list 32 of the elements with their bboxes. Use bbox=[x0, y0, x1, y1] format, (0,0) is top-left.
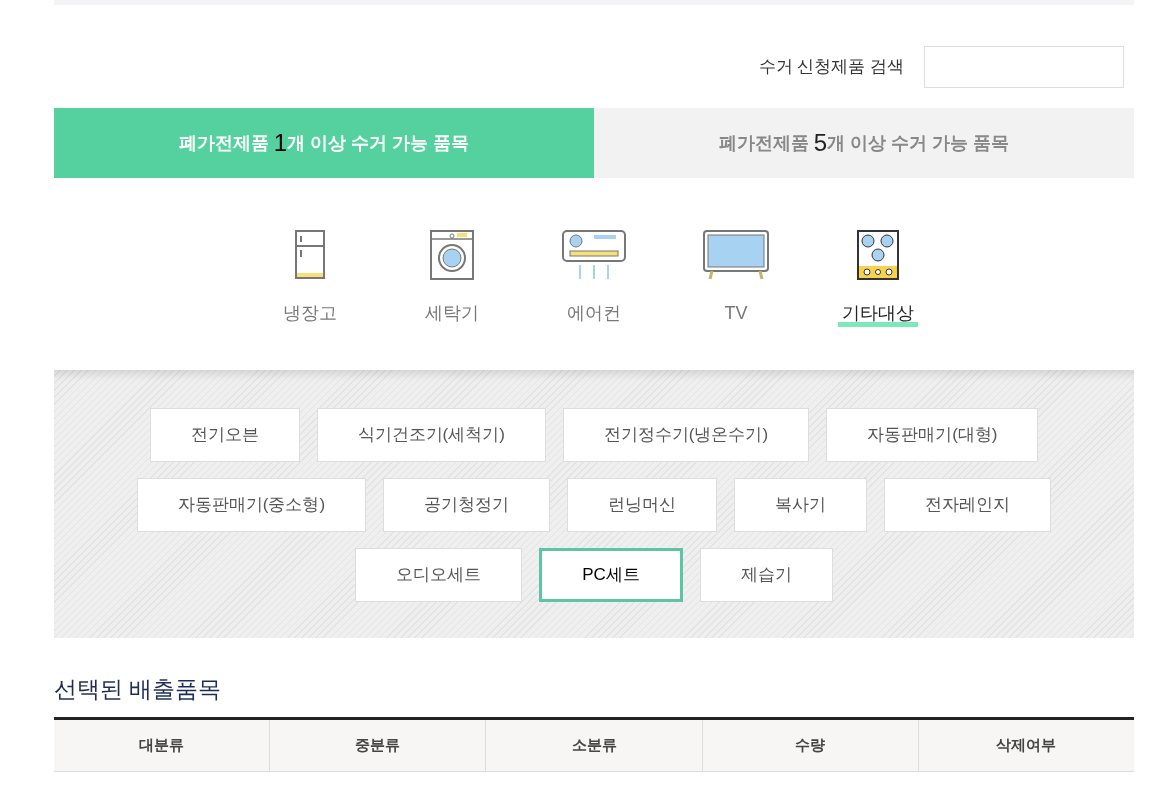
search-label: 수거 신청제품 검색 bbox=[758, 56, 904, 79]
column-header: 소분류 bbox=[486, 719, 703, 771]
category-tab[interactable]: 세탁기 bbox=[421, 300, 483, 327]
column-header: 대분류 bbox=[54, 719, 271, 771]
column-header: 중분류 bbox=[270, 719, 487, 771]
item-button[interactable]: 자동판매기(대형) bbox=[826, 408, 1039, 462]
category-tab[interactable]: 기타대상 bbox=[838, 300, 918, 327]
air-conditioner-icon bbox=[562, 230, 626, 280]
item-button[interactable]: 전기오븐 bbox=[149, 408, 300, 462]
category-tab[interactable]: TV bbox=[720, 300, 752, 327]
category-tab[interactable]: 에어컨 bbox=[563, 300, 625, 327]
column-header: 삭제여부 bbox=[995, 734, 1058, 755]
item-button[interactable]: PC세트 bbox=[539, 548, 683, 602]
item-button[interactable]: 자동판매기(중소형) bbox=[136, 478, 367, 532]
category-tab[interactable]: 냉장고 bbox=[279, 300, 341, 327]
item-button[interactable]: 식기건조기(세척기) bbox=[316, 408, 546, 462]
item-button[interactable]: 공기청정기 bbox=[383, 478, 551, 532]
column-header: 수량 bbox=[702, 719, 919, 771]
item-button[interactable]: 오디오세트 bbox=[355, 548, 523, 602]
gas-stove-icon bbox=[857, 230, 899, 280]
section-title: 선택된 배출품목 bbox=[54, 675, 223, 704]
item-button[interactable]: 복사기 bbox=[734, 478, 868, 532]
item-button[interactable]: 제습기 bbox=[699, 548, 833, 602]
search-field[interactable] bbox=[924, 46, 1124, 88]
item-button[interactable]: 전기정수기(냉온수기) bbox=[562, 408, 810, 462]
tab[interactable]: 폐가전제품 1개 이상 수거 가능 품목 bbox=[54, 108, 594, 178]
item-button[interactable]: 런닝머신 bbox=[567, 478, 718, 532]
washing-machine-icon bbox=[430, 230, 474, 280]
item-button[interactable]: 전자레인지 bbox=[884, 478, 1052, 532]
refrigerator-icon bbox=[295, 230, 325, 280]
tv-icon bbox=[703, 230, 769, 280]
tab[interactable]: 폐가전제품 5개 이상 수거 가능 품목 bbox=[594, 108, 1134, 178]
